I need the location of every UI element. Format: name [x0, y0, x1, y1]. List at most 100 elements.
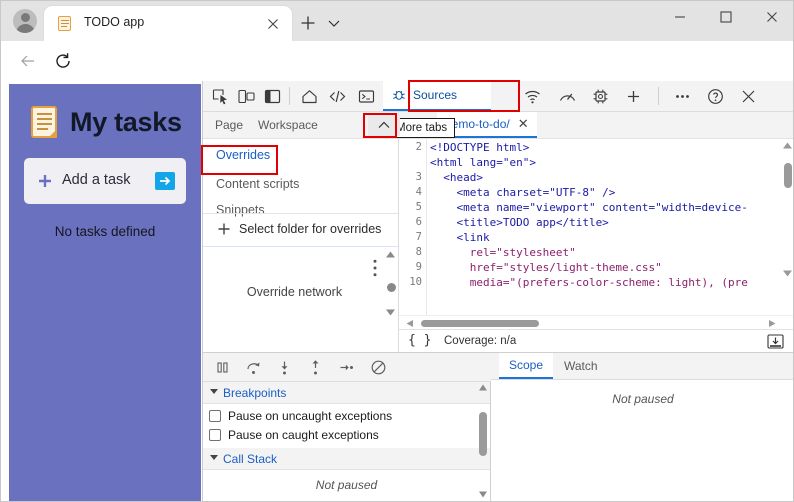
pause-caught-exceptions-label: Pause on caught exceptions	[228, 428, 379, 442]
call-stack-status: Not paused	[315, 478, 378, 492]
elements-code-icon[interactable]	[328, 87, 347, 106]
scope-tab-row: Scope Watch	[491, 353, 793, 380]
add-task-input[interactable]: Add a task	[24, 158, 186, 204]
browser-window: TODO app My tasks Add a task No tasks de…	[0, 0, 794, 502]
scroll-down-arrow-icon[interactable]	[782, 269, 793, 278]
code-line: <html lang="en">	[430, 156, 536, 169]
breakpoints-scroll-thumb[interactable]	[479, 412, 487, 456]
navigator-scroll-thumb[interactable]	[386, 283, 396, 292]
editor-scroll-thumb[interactable]	[783, 163, 792, 188]
pause-uncaught-exceptions-label: Pause on uncaught exceptions	[228, 409, 393, 423]
debugger-toolbar	[203, 353, 491, 382]
memory-chip-icon[interactable]	[591, 87, 610, 106]
window-maximize-button[interactable]	[703, 1, 749, 33]
tab-scope[interactable]: Scope	[499, 353, 554, 379]
code-line: media="(prefers-color-scheme: light), (p…	[430, 276, 748, 289]
download-icon[interactable]	[767, 334, 784, 349]
plus-icon	[37, 173, 53, 189]
tab-page[interactable]: Page	[215, 118, 243, 132]
inspect-element-icon[interactable]	[211, 87, 230, 106]
navigator-scrollbar[interactable]	[384, 248, 397, 351]
select-folder-label: Select folder for overrides	[239, 222, 382, 236]
more-panels-plus-icon[interactable]	[624, 87, 643, 106]
tab-watch[interactable]: Watch	[554, 353, 608, 379]
welcome-home-icon[interactable]	[300, 87, 319, 106]
scroll-down-arrow-icon[interactable]	[478, 490, 488, 499]
profile-avatar[interactable]	[13, 9, 37, 33]
breakpoints-section-title: Breakpoints	[223, 386, 287, 400]
step-icon[interactable]	[338, 359, 355, 376]
breakpoints-section-header[interactable]: Breakpoints	[203, 382, 490, 404]
add-task-submit-button[interactable]	[155, 172, 175, 190]
editor-horizontal-scrollbar[interactable]	[399, 315, 793, 330]
empty-state-text: No tasks defined	[54, 224, 156, 239]
pause-uncaught-exceptions-row[interactable]: Pause on uncaught exceptions	[203, 408, 490, 425]
browser-nav-bar: https://microsoftedge.github.io/Demos/de…	[1, 41, 793, 115]
line-number: 6	[415, 216, 422, 228]
tab-sources[interactable]: Sources	[383, 81, 491, 111]
console-terminal-icon[interactable]	[357, 87, 376, 106]
step-over-icon[interactable]	[245, 359, 262, 376]
select-folder-for-overrides-button[interactable]: Select folder for overrides	[203, 214, 398, 245]
line-number: 5	[415, 201, 422, 213]
scope-watch-pane: Scope Watch Not paused	[491, 353, 793, 501]
editor-hscroll-thumb[interactable]	[421, 319, 539, 327]
editor-vertical-scrollbar[interactable]	[781, 141, 793, 313]
override-network-label: Override network	[246, 285, 343, 299]
back-arrow-icon[interactable]	[18, 51, 38, 71]
pause-resume-icon[interactable]	[214, 359, 231, 376]
window-close-button[interactable]	[749, 1, 793, 33]
editor-file-tab-close-icon[interactable]: ✕	[518, 116, 529, 132]
browser-tab[interactable]: TODO app	[44, 6, 292, 41]
tab-workspace[interactable]: Workspace	[258, 118, 318, 132]
code-editor[interactable]: 2 3 4 5 6 7 8 9 10 <!DOCTYPE html> <html…	[399, 139, 793, 315]
performance-gauge-icon[interactable]	[558, 87, 577, 106]
step-into-icon[interactable]	[276, 359, 293, 376]
line-number-gutter: 2 3 4 5 6 7 8 9 10	[399, 139, 427, 315]
debugger-pane: Breakpoints Pause on uncaught exceptions…	[203, 352, 793, 501]
web-page-viewport: My tasks Add a task No tasks defined	[2, 81, 202, 501]
tab-actions-chevron-down-icon[interactable]	[326, 15, 342, 31]
call-stack-section-title: Call Stack	[223, 452, 278, 466]
toolbar-divider	[289, 87, 290, 105]
pause-caught-exceptions-row[interactable]: Pause on caught exceptions	[203, 427, 490, 444]
devtools-close-icon[interactable]	[739, 87, 758, 106]
scroll-down-arrow-icon[interactable]	[385, 308, 396, 317]
sources-bug-icon	[391, 87, 407, 103]
checkbox[interactable]	[209, 429, 221, 441]
checkbox[interactable]	[209, 410, 221, 422]
scroll-up-arrow-icon[interactable]	[782, 141, 793, 150]
navigator-item-content-scripts[interactable]: Content scripts	[203, 171, 398, 197]
caret-down-icon	[210, 389, 218, 394]
navigator-item-overrides[interactable]: Overrides	[203, 142, 398, 168]
devtools-more-options-icon[interactable]	[673, 87, 692, 106]
call-stack-section-header[interactable]: Call Stack	[203, 448, 490, 470]
scroll-left-arrow-icon[interactable]	[405, 319, 415, 328]
new-tab-button[interactable]	[297, 12, 319, 34]
network-wifi-icon[interactable]	[523, 87, 542, 106]
code-line: <meta charset="UTF-8" />	[430, 186, 616, 199]
scroll-up-arrow-icon[interactable]	[385, 250, 396, 259]
reload-icon[interactable]	[53, 51, 73, 71]
sources-navigator-pane: Page Workspace Overrides Content scripts…	[203, 112, 399, 352]
question-mark-icon[interactable]	[706, 87, 725, 106]
line-number: 9	[415, 261, 422, 273]
breakpoints-scrollbar[interactable]	[477, 382, 489, 501]
dock-side-icon[interactable]	[263, 87, 282, 106]
more-tabs-button[interactable]	[368, 114, 400, 136]
line-number: 4	[415, 186, 422, 198]
scroll-up-arrow-icon[interactable]	[478, 383, 488, 392]
pretty-print-icon[interactable]: { }	[408, 333, 431, 348]
tab-close-icon[interactable]	[265, 16, 281, 32]
line-number: 10	[409, 276, 422, 288]
devtools-toolbar: Sources	[203, 81, 793, 112]
window-minimize-button[interactable]	[657, 1, 703, 33]
navigator-more-options-icon[interactable]	[373, 259, 377, 277]
device-emulation-icon[interactable]	[237, 87, 256, 106]
browser-tab-title: TODO app	[84, 15, 145, 29]
line-number: 8	[415, 246, 422, 258]
scope-status: Not paused	[612, 392, 674, 406]
deactivate-breakpoints-icon[interactable]	[370, 359, 387, 376]
scroll-right-arrow-icon[interactable]	[767, 319, 777, 328]
step-out-icon[interactable]	[307, 359, 324, 376]
